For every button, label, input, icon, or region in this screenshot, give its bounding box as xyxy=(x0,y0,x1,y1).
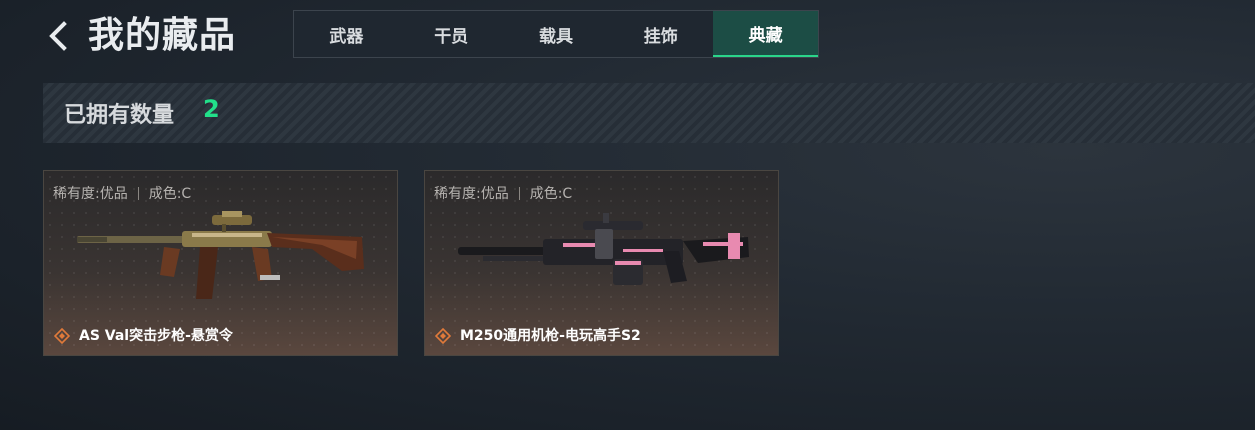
tab-weapons[interactable]: 武器 xyxy=(294,11,399,57)
collection-card[interactable]: 稀有度:优品 成色:C M250通用机枪-电玩高手S2 xyxy=(424,170,779,356)
m250-machine-gun-image xyxy=(458,213,749,285)
rarity-diamond-icon xyxy=(54,328,70,344)
item-name: AS Val突击步枪-悬赏令 xyxy=(79,328,233,344)
category-tabs: 武器 干员 载具 挂饰 典藏 xyxy=(293,10,819,58)
card-meta: 稀有度:优品 成色:C xyxy=(53,183,191,203)
rarity-text: 稀有度:优品 xyxy=(53,186,128,202)
item-name: M250通用机枪-电玩高手S2 xyxy=(460,328,641,344)
page-title: 我的藏品 xyxy=(88,15,237,56)
chevron-left-icon xyxy=(49,21,67,51)
rarity-text: 稀有度:优品 xyxy=(434,186,509,202)
owned-count: 2 xyxy=(203,95,220,123)
condition-text: 成色:C xyxy=(148,186,192,202)
tab-charms[interactable]: 挂饰 xyxy=(608,11,713,57)
owned-count-bar: 已拥有数量 2 xyxy=(43,83,1255,143)
tab-operators[interactable]: 干员 xyxy=(399,11,504,57)
back-button[interactable] xyxy=(44,18,76,54)
as-val-rifle-image xyxy=(77,211,364,299)
condition-text: 成色:C xyxy=(529,186,573,202)
card-meta: 稀有度:优品 成色:C xyxy=(434,183,572,203)
owned-label: 已拥有数量 xyxy=(64,103,175,128)
meta-divider xyxy=(137,186,139,200)
tab-collection[interactable]: 典藏 xyxy=(713,11,818,57)
rarity-diamond-icon xyxy=(435,328,451,344)
meta-divider xyxy=(518,186,520,200)
collection-card[interactable]: 稀有度:优品 成色:C AS Val突击步枪-悬赏令 xyxy=(43,170,398,356)
tab-vehicles[interactable]: 载具 xyxy=(504,11,609,57)
